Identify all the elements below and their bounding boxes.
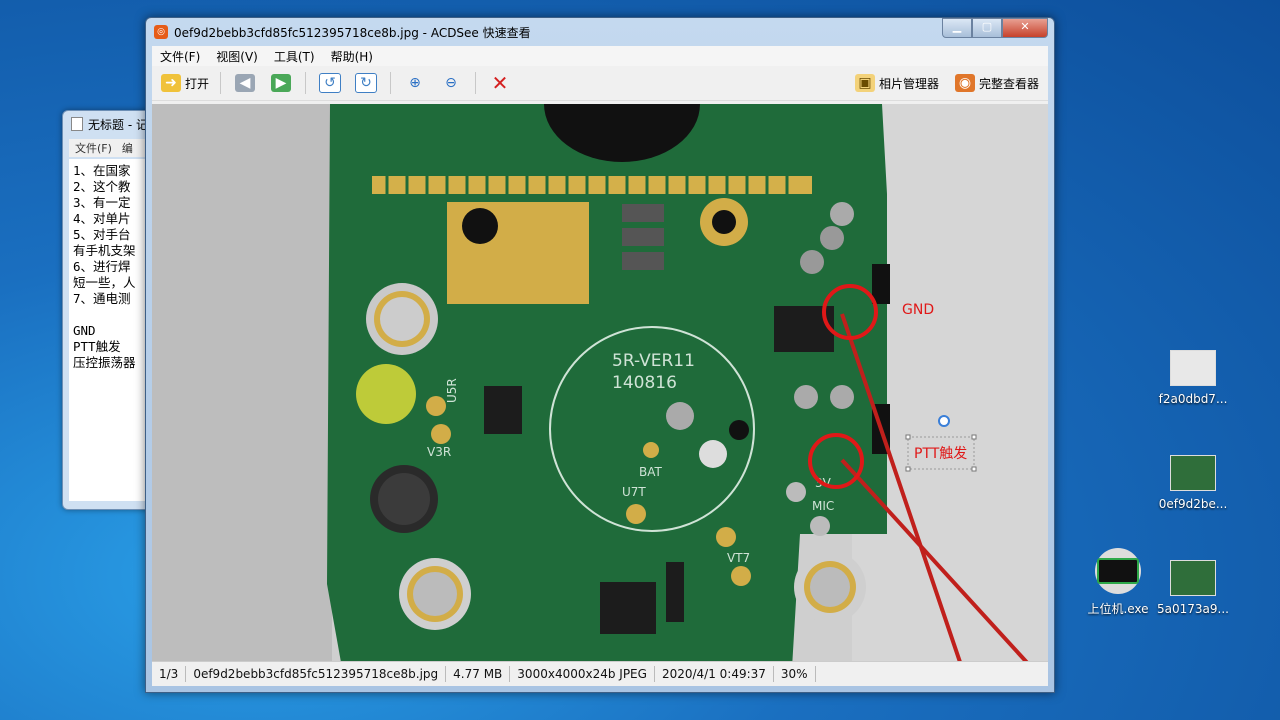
- toolbar-separator: [220, 72, 222, 94]
- zoom-out-icon: ⊖: [445, 75, 457, 91]
- statusbar: 1/3 0ef9d2bebb3cfd85fc512395718ce8b.jpg …: [152, 661, 1048, 686]
- toolbar-separator: [475, 72, 477, 94]
- desktop-icon-image-2[interactable]: 0ef9d2be...: [1148, 455, 1238, 511]
- image-thumbnail-icon: [1170, 455, 1216, 491]
- toolbar-separator: [305, 72, 307, 94]
- image-thumbnail-icon: [1170, 350, 1216, 386]
- window-title: 0ef9d2bebb3cfd85fc512395718ce8b.jpg - AC…: [174, 25, 531, 40]
- photo-manager-button[interactable]: ▣ 相片管理器: [852, 70, 942, 96]
- pcb-silk-mic: MIC: [812, 499, 834, 513]
- previous-image-icon: ◀: [235, 74, 256, 92]
- ptt-label: PTT触发: [914, 446, 967, 462]
- pcb-silk-code: 140816: [612, 373, 677, 393]
- open-folder-icon: ➜: [161, 74, 181, 92]
- photo-manager-label: 相片管理器: [878, 76, 939, 91]
- menu-view[interactable]: 视图(V): [216, 48, 258, 65]
- next-image-button[interactable]: ▶: [265, 70, 297, 96]
- notepad-menubar: 文件(F) 编: [69, 139, 153, 157]
- notepad-window[interactable]: 无标题 - 记 文件(F) 编 1、在国家 2、这个教 3、有一定 4、对单片 …: [62, 110, 154, 510]
- desktop-icon-label: 0ef9d2be...: [1158, 497, 1228, 511]
- rotate-left-button[interactable]: ↺: [314, 70, 346, 96]
- rotate-right-icon: ↻: [355, 73, 378, 93]
- pcb-silk-u7t: U7T: [622, 485, 646, 499]
- status-filesize: 4.77 MB: [446, 666, 511, 682]
- open-button[interactable]: ➜ 打开: [158, 70, 212, 96]
- menu-help[interactable]: 帮助(H): [331, 48, 373, 65]
- rotate-right-button[interactable]: ↻: [350, 70, 382, 96]
- desktop-icon-image-3[interactable]: 5a0173a9...: [1148, 560, 1238, 616]
- notepad-titlebar[interactable]: 无标题 - 记: [63, 111, 153, 137]
- gnd-label: GND: [902, 302, 934, 318]
- desktop-icon-image-1[interactable]: f2a0dbd7...: [1148, 350, 1238, 406]
- maximize-button[interactable]: ▢: [972, 18, 1002, 38]
- caption-buttons: ▁ ▢ ✕: [942, 18, 1048, 38]
- acdsee-window[interactable]: ◎ 0ef9d2bebb3cfd85fc512395718ce8b.jpg - …: [145, 17, 1055, 693]
- next-image-icon: ▶: [271, 74, 292, 92]
- toolbar-separator: [390, 72, 392, 94]
- image-viewport[interactable]: 5R-VER11 140816 BAT U7T V3R U5R VT7 MIC …: [152, 104, 1048, 662]
- status-date: 2020/4/1 0:49:37: [655, 666, 774, 682]
- pcb-silk-ver: 5R-VER11: [612, 351, 695, 371]
- zoom-in-icon: ⊕: [409, 75, 421, 91]
- window-titlebar[interactable]: ◎ 0ef9d2bebb3cfd85fc512395718ce8b.jpg - …: [146, 18, 1054, 46]
- pcb-silk-bat: BAT: [639, 465, 663, 479]
- menubar: 文件(F) 视图(V) 工具(T) 帮助(H): [152, 46, 1048, 66]
- close-button[interactable]: ✕: [1002, 18, 1048, 38]
- desktop-icon-label: 5a0173a9...: [1157, 602, 1229, 616]
- rotate-handle-icon[interactable]: [938, 415, 950, 427]
- notepad-menu-edit[interactable]: 编: [122, 140, 133, 156]
- camera-icon: ◉: [954, 74, 975, 92]
- pcb-silk-vt7: VT7: [727, 551, 750, 565]
- zoom-in-button[interactable]: ⊕: [399, 70, 431, 96]
- full-viewer-label: 完整查看器: [978, 76, 1039, 91]
- desktop-icon-label: 上位机.exe: [1087, 602, 1149, 616]
- app-executable-icon: [1095, 548, 1141, 594]
- pcb-photo: 5R-VER11 140816 BAT U7T V3R U5R VT7 MIC …: [152, 104, 1048, 662]
- delete-x-icon: ✕: [491, 71, 509, 95]
- menu-tools[interactable]: 工具(T): [274, 48, 315, 65]
- pcb-silk-u5r: U5R: [445, 378, 459, 403]
- delete-button[interactable]: ✕: [484, 70, 516, 96]
- photo-manager-icon: ▣: [854, 74, 875, 92]
- pcb-silk-v3r: V3R: [427, 445, 451, 459]
- status-dimensions: 3000x4000x24b JPEG: [510, 666, 655, 682]
- full-viewer-button[interactable]: ◉ 完整查看器: [952, 70, 1042, 96]
- window-content: 文件(F) 视图(V) 工具(T) 帮助(H) ➜ 打开 ◀ ▶ ↺ ↻ ⊕ ⊖…: [152, 46, 1048, 686]
- previous-image-button[interactable]: ◀: [229, 70, 261, 96]
- rotate-left-icon: ↺: [319, 73, 342, 93]
- desktop-icon-label: f2a0dbd7...: [1158, 392, 1228, 406]
- status-zoom[interactable]: 30%: [774, 666, 816, 682]
- toolbar: ➜ 打开 ◀ ▶ ↺ ↻ ⊕ ⊖ ✕ ▣ 相片管理器 ◉ 完整查看器: [152, 66, 1048, 101]
- notepad-text-area[interactable]: 1、在国家 2、这个教 3、有一定 4、对单片 5、对手台 有手机支架 6、进行…: [69, 159, 153, 501]
- menu-file[interactable]: 文件(F): [160, 48, 200, 65]
- notepad-icon: [71, 117, 83, 131]
- status-index: 1/3: [152, 666, 187, 682]
- image-thumbnail-icon: [1170, 560, 1216, 596]
- open-label: 打开: [185, 76, 210, 91]
- minimize-button[interactable]: ▁: [942, 18, 972, 38]
- status-filename: 0ef9d2bebb3cfd85fc512395718ce8b.jpg: [186, 666, 447, 682]
- acdsee-app-icon: ◎: [154, 25, 168, 39]
- toolbar-right-group: ▣ 相片管理器 ◉ 完整查看器: [852, 70, 1048, 96]
- notepad-menu-file[interactable]: 文件(F): [75, 140, 112, 156]
- notepad-title: 无标题 - 记: [88, 117, 148, 132]
- zoom-out-button[interactable]: ⊖: [435, 70, 467, 96]
